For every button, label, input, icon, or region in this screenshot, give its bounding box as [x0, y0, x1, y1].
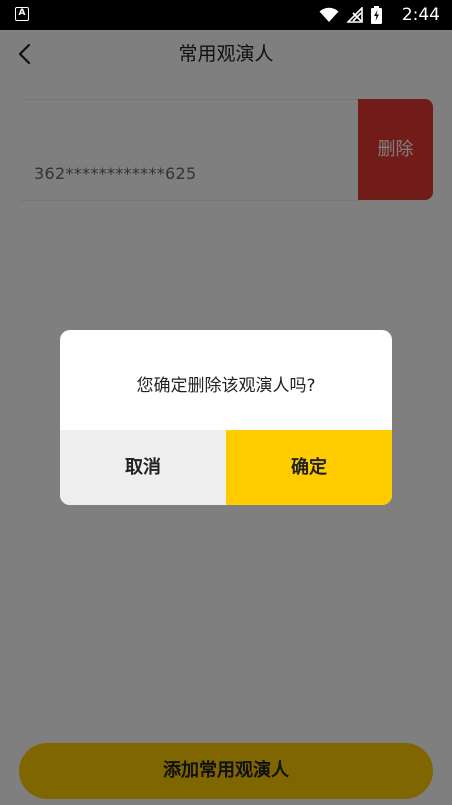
status-icons: [319, 6, 382, 24]
battery-charging-icon: [371, 6, 382, 24]
signal-off-icon: [347, 7, 363, 23]
confirm-dialog: 您确定删除该观演人吗? 取消 确定: [60, 330, 392, 505]
cancel-button[interactable]: 取消: [60, 430, 226, 505]
dialog-message: 您确定删除该观演人吗?: [136, 376, 316, 396]
wifi-icon: [319, 7, 339, 22]
confirm-button[interactable]: 确定: [226, 430, 392, 505]
app-notification-icon: A: [15, 7, 29, 21]
status-time: 2:44: [401, 5, 440, 25]
status-bar: A 2:44: [0, 0, 452, 30]
